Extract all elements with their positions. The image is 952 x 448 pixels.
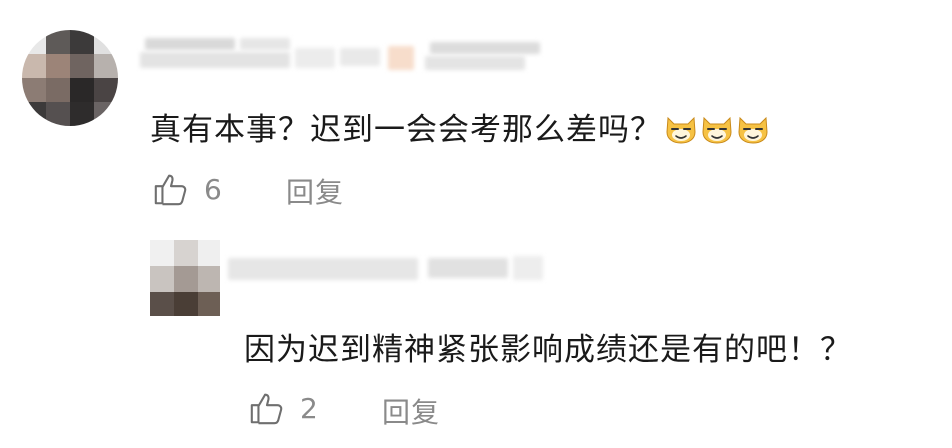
grinning-cat-face-emoji-icon [738, 116, 768, 144]
reply-username-redacted [228, 252, 558, 286]
thumbs-up-icon [154, 174, 187, 206]
username-redacted [140, 34, 560, 74]
thumbs-up-icon [250, 393, 283, 425]
avatar[interactable] [22, 30, 118, 126]
like-button[interactable]: 6 [152, 170, 222, 208]
like-count: 6 [204, 172, 222, 206]
reply-like-button[interactable]: 2 [248, 389, 318, 427]
reply-like-count: 2 [300, 391, 318, 425]
grinning-cat-face-emoji-icon [702, 116, 732, 144]
emoji-group [662, 112, 770, 148]
reply-button[interactable]: 回复 [286, 171, 344, 211]
reply-text: 因为迟到精神紧张影响成绩还是有的吧！？ [244, 332, 852, 368]
grinning-cat-face-emoji-icon [666, 116, 696, 144]
comment-body: 真有本事？迟到一会会考那么差吗？ [150, 112, 662, 148]
comment-text: 真有本事？迟到一会会考那么差吗？ [150, 104, 770, 149]
reply-reply-button[interactable]: 回复 [382, 391, 440, 431]
reply-avatar[interactable] [150, 240, 220, 316]
